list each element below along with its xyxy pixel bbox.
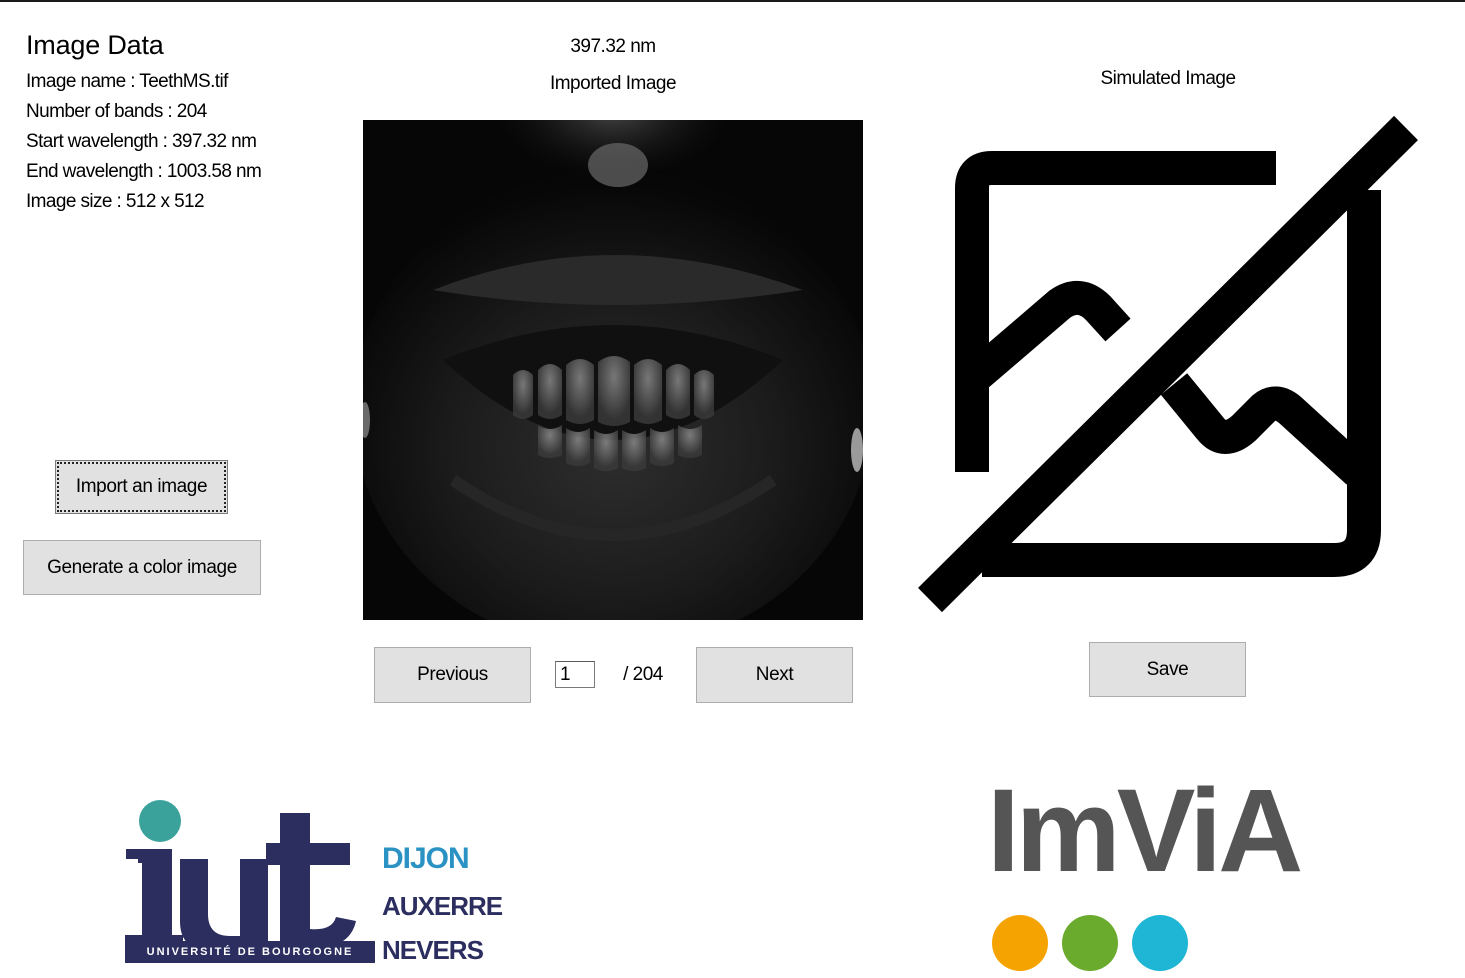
band-total-label: / 204 [623,664,663,685]
orange-dot [992,915,1048,971]
import-image-button[interactable]: Import an image [55,460,228,514]
image-name-text: Image name : TeethMS.tif [26,71,228,92]
imvia-logo: ImViA [985,772,1330,975]
simulated-image-title: Simulated Image [1100,68,1236,89]
image-off-icon [914,112,1424,618]
window-top-border [0,0,1465,2]
save-button[interactable]: Save [1089,642,1246,697]
end-wavelength-text: End wavelength : 1003.58 nm [26,161,262,182]
image-data-title: Image Data [26,30,164,60]
iut-logo: UNIVERSITÉ DE BOURGOGNE DIJON AUXERRE NE… [120,795,510,970]
imported-image [363,120,863,620]
teeth-image [363,120,863,620]
image-size-text: Image size : 512 x 512 [26,191,205,212]
imvia-wordmark: ImViA [987,765,1303,897]
generate-color-image-button[interactable]: Generate a color image [23,540,261,595]
wavelength-label: 397.32 nm [570,36,656,57]
green-dot [1062,915,1118,971]
iut-city-auxerre: AUXERRE [382,891,503,921]
imported-image-title: Imported Image [549,73,677,94]
start-wavelength-text: Start wavelength : 397.32 nm [26,131,257,152]
iut-city-dijon: DIJON [382,842,470,875]
previous-button[interactable]: Previous [374,647,531,703]
cyan-dot [1132,915,1188,971]
next-button[interactable]: Next [696,647,853,703]
iut-tagline: UNIVERSITÉ DE BOURGOGNE [146,946,354,958]
iut-city-nevers: NEVERS [382,935,484,965]
band-number-input[interactable] [555,661,595,688]
number-of-bands-text: Number of bands : 204 [26,101,207,122]
